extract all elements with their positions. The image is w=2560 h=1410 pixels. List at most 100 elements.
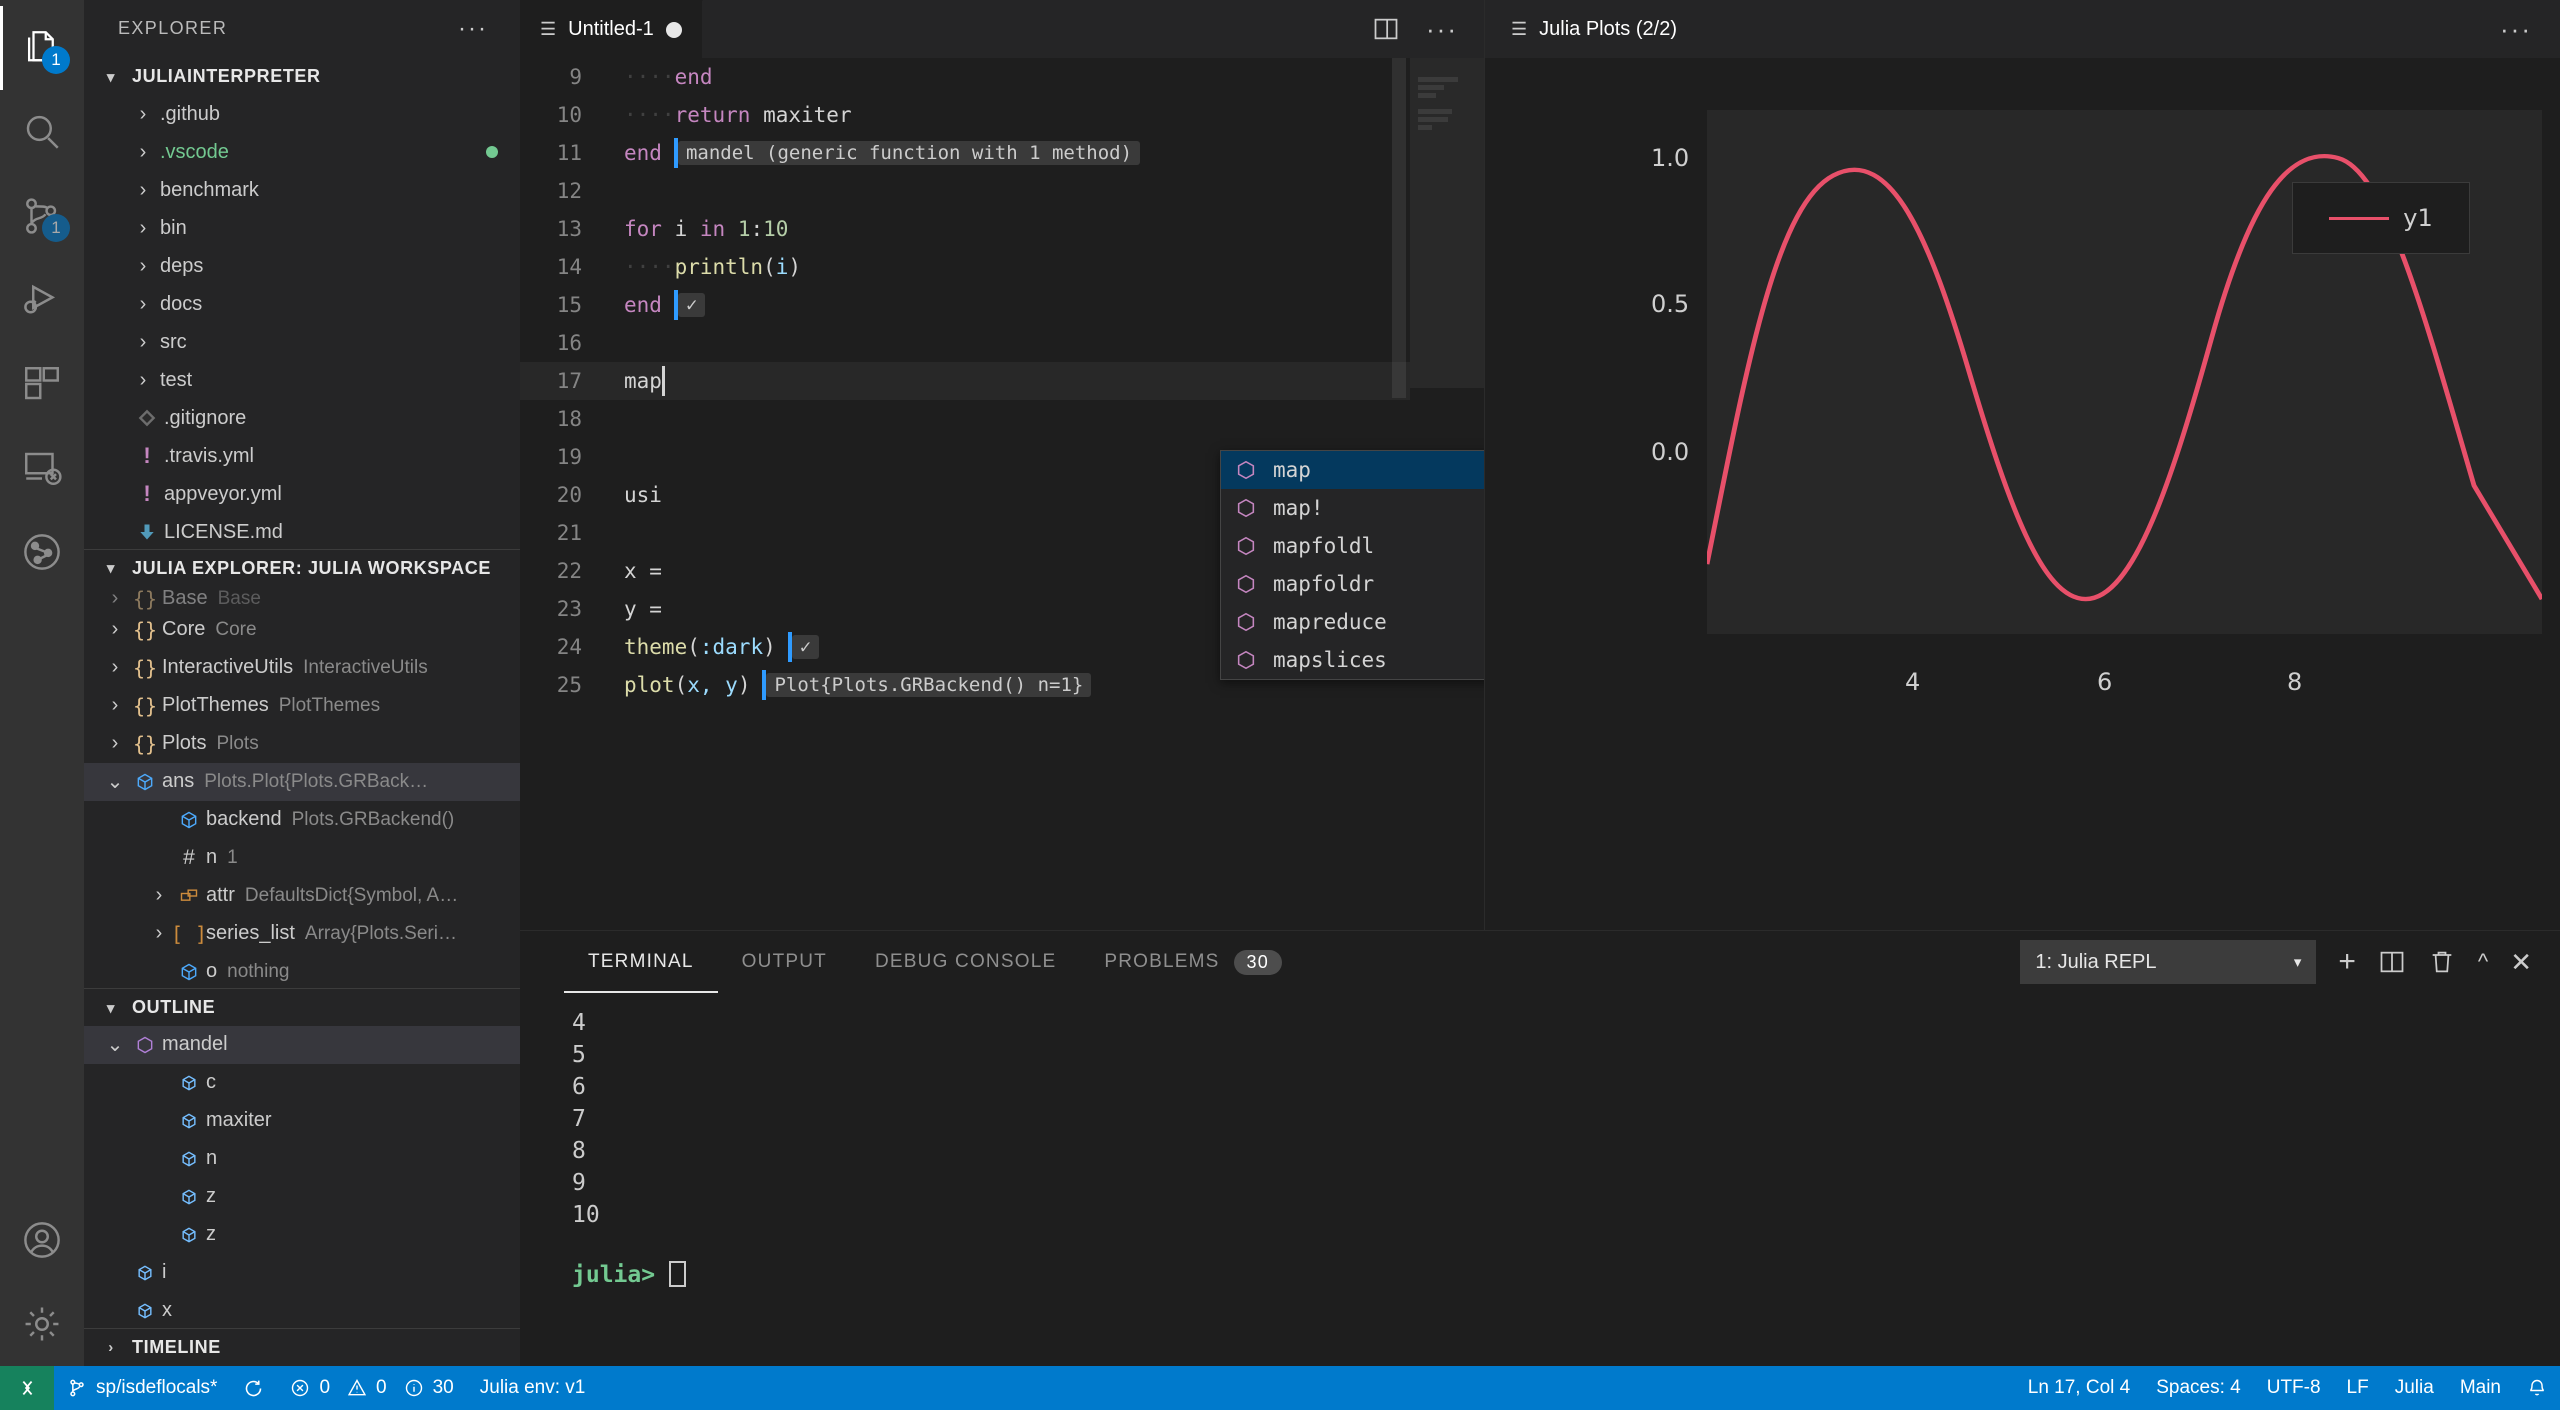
section-outline[interactable]: ▾ OUTLINE [84, 988, 520, 1026]
explorer-item[interactable]: LICENSE.md [84, 513, 520, 548]
workspace-item[interactable]: o nothing [84, 953, 520, 989]
activity-item-julia[interactable] [0, 510, 84, 594]
split-editor-icon[interactable] [1372, 15, 1400, 43]
close-icon[interactable]: ✕ [2510, 947, 2532, 978]
explorer-item[interactable]: ! .travis.yml [84, 437, 520, 475]
activity-item-run-debug[interactable] [0, 258, 84, 342]
more-actions-icon[interactable]: ··· [2500, 14, 2532, 45]
line-number: 17 [556, 369, 582, 393]
chevron-right-icon: › [139, 178, 147, 201]
section-label: TIMELINE [132, 1337, 221, 1358]
status-sync[interactable] [230, 1366, 277, 1410]
sidebar-more-actions-icon[interactable]: ··· [458, 15, 488, 43]
code-editor[interactable]: 9 ····end 10 ····return maxiter 11 end mandel … [520, 58, 1484, 930]
explorer-item[interactable]: .gitignore [84, 399, 520, 437]
explorer-item-label: .vscode [160, 140, 229, 163]
explorer-item[interactable]: › deps [84, 247, 520, 285]
section-timeline[interactable]: › TIMELINE [84, 1328, 520, 1366]
explorer-item[interactable]: › .vscode [84, 133, 520, 171]
terminal-selector[interactable]: 1: Julia REPL ▾ [2020, 940, 2317, 984]
panel-tab-terminal[interactable]: TERMINAL [564, 931, 718, 993]
outline-item[interactable]: c [84, 1064, 520, 1102]
status-julia-module[interactable]: Main [2447, 1366, 2514, 1410]
chevron-up-icon[interactable]: ^ [2478, 949, 2488, 975]
suggestion-widget[interactable]: map map! mapfoldl mapfoldr mapreduce mapslice… [1220, 450, 1484, 680]
workspace-item-label: InteractiveUtils [162, 656, 294, 679]
explorer-item[interactable]: › benchmark [84, 171, 520, 209]
status-problems[interactable]: 0 0 30 [277, 1366, 466, 1410]
terminal-output[interactable]: 4 5 6 7 8 9 10 julia> [520, 993, 2560, 1366]
panel-tab-output[interactable]: OUTPUT [718, 931, 851, 993]
explorer-item[interactable]: › test [84, 361, 520, 399]
suggestion-label: mapfoldl [1273, 534, 1375, 558]
main-row: 1 1 EXPLORER ··· ▾ JULIAINTERPRETER › .g… [0, 0, 2560, 1366]
menu-icon: ☰ [540, 19, 557, 39]
status-language-mode[interactable]: Julia [2382, 1366, 2447, 1410]
status-eol[interactable]: LF [2334, 1366, 2382, 1410]
outline-item[interactable]: n [84, 1140, 520, 1178]
outline-item[interactable]: z [84, 1178, 520, 1216]
explorer-item[interactable]: › docs [84, 285, 520, 323]
workspace-item[interactable]: ›{} InteractiveUtils InteractiveUtils [84, 649, 520, 687]
outline-item[interactable]: ⌄ mandel [84, 1025, 520, 1064]
workspace-item[interactable]: # n 1 [84, 839, 520, 877]
status-module-label: Main [2459, 1377, 2501, 1398]
explorer-item[interactable]: › bin [84, 209, 520, 247]
suggestion-item[interactable]: mapreduce [1221, 603, 1484, 641]
suggestion-item[interactable]: map [1221, 451, 1484, 489]
git-icon [130, 408, 164, 428]
status-branch[interactable]: sp/isdeflocals* [54, 1366, 230, 1410]
status-julia-env[interactable]: Julia env: v1 [467, 1366, 599, 1410]
workspace-item[interactable]: ›{} Base Base [84, 587, 520, 611]
activity-item-accounts[interactable] [0, 1198, 84, 1282]
sidebar-title: EXPLORER [118, 18, 228, 39]
panel-tab-debug-console[interactable]: DEBUG CONSOLE [851, 931, 1080, 993]
outline-item[interactable]: x [84, 1292, 520, 1328]
activity-item-search[interactable] [0, 90, 84, 174]
workspace-item[interactable]: ›{} PlotThemes PlotThemes [84, 687, 520, 725]
section-julia-explorer[interactable]: ▾ JULIA EXPLORER: JULIA WORKSPACE [84, 548, 520, 587]
status-notifications[interactable] [2514, 1366, 2560, 1410]
activity-item-source-control[interactable]: 1 [0, 174, 84, 258]
split-terminal-icon[interactable] [2378, 948, 2406, 976]
activity-item-explorer[interactable]: 1 [0, 6, 84, 90]
status-cursor-label: Ln 17, Col 4 [2027, 1377, 2131, 1398]
more-actions-icon[interactable]: ··· [1426, 14, 1458, 45]
array-icon: [ ] [170, 921, 208, 946]
suggestion-item[interactable]: mapfoldl [1221, 527, 1484, 565]
module-icon [1235, 611, 1261, 633]
suggestion-item[interactable]: mapslices [1221, 641, 1484, 679]
section-juliainterpreter[interactable]: ▾ JULIAINTERPRETER [84, 58, 520, 96]
workspace-item[interactable]: ⌄ ans Plots.Plot{Plots.GRBack… [84, 762, 520, 801]
workspace-item[interactable]: backend Plots.GRBackend() [84, 801, 520, 839]
status-cursor-position[interactable]: Ln 17, Col 4 [2015, 1366, 2143, 1410]
code-line: 14 ····println(i) [520, 248, 1484, 286]
suggestion-item[interactable]: map! [1221, 489, 1484, 527]
tab-untitled-1[interactable]: ☰ Untitled-1 [520, 0, 703, 58]
workspace-item[interactable]: › [ ] series_list Array{Plots.Seri… [84, 915, 520, 953]
workspace-item[interactable]: › attr DefaultsDict{Symbol, A… [84, 877, 520, 915]
panel-tab-problems[interactable]: PROBLEMS 30 [1080, 931, 1306, 993]
status-encoding[interactable]: UTF-8 [2254, 1366, 2334, 1410]
line-content: map [624, 369, 662, 393]
explorer-item[interactable]: ! appveyor.yml [84, 475, 520, 513]
kill-terminal-icon[interactable] [2428, 948, 2456, 976]
explorer-item[interactable]: › src [84, 323, 520, 361]
activity-item-extensions[interactable] [0, 342, 84, 426]
activity-item-settings[interactable] [0, 1282, 84, 1366]
add-terminal-icon[interactable]: + [2338, 945, 2356, 979]
dirty-indicator-icon [665, 21, 682, 38]
workspace-item[interactable]: ›{} Core Core [84, 611, 520, 649]
suggestion-item[interactable]: mapfoldr [1221, 565, 1484, 603]
outline-item[interactable]: maxiter [84, 1102, 520, 1140]
line-number: 23 [556, 597, 582, 621]
workspace-item-label: backend [206, 808, 282, 831]
explorer-item[interactable]: › .github [84, 95, 520, 133]
workspace-item[interactable]: ›{} Plots Plots [84, 725, 520, 763]
status-indentation[interactable]: Spaces: 4 [2143, 1366, 2254, 1410]
outline-item[interactable]: i [84, 1254, 520, 1292]
variable-icon [172, 1187, 206, 1207]
activity-item-remote-explorer[interactable] [0, 426, 84, 510]
outline-item[interactable]: z [84, 1216, 520, 1254]
status-remote-indicator[interactable] [0, 1366, 54, 1410]
